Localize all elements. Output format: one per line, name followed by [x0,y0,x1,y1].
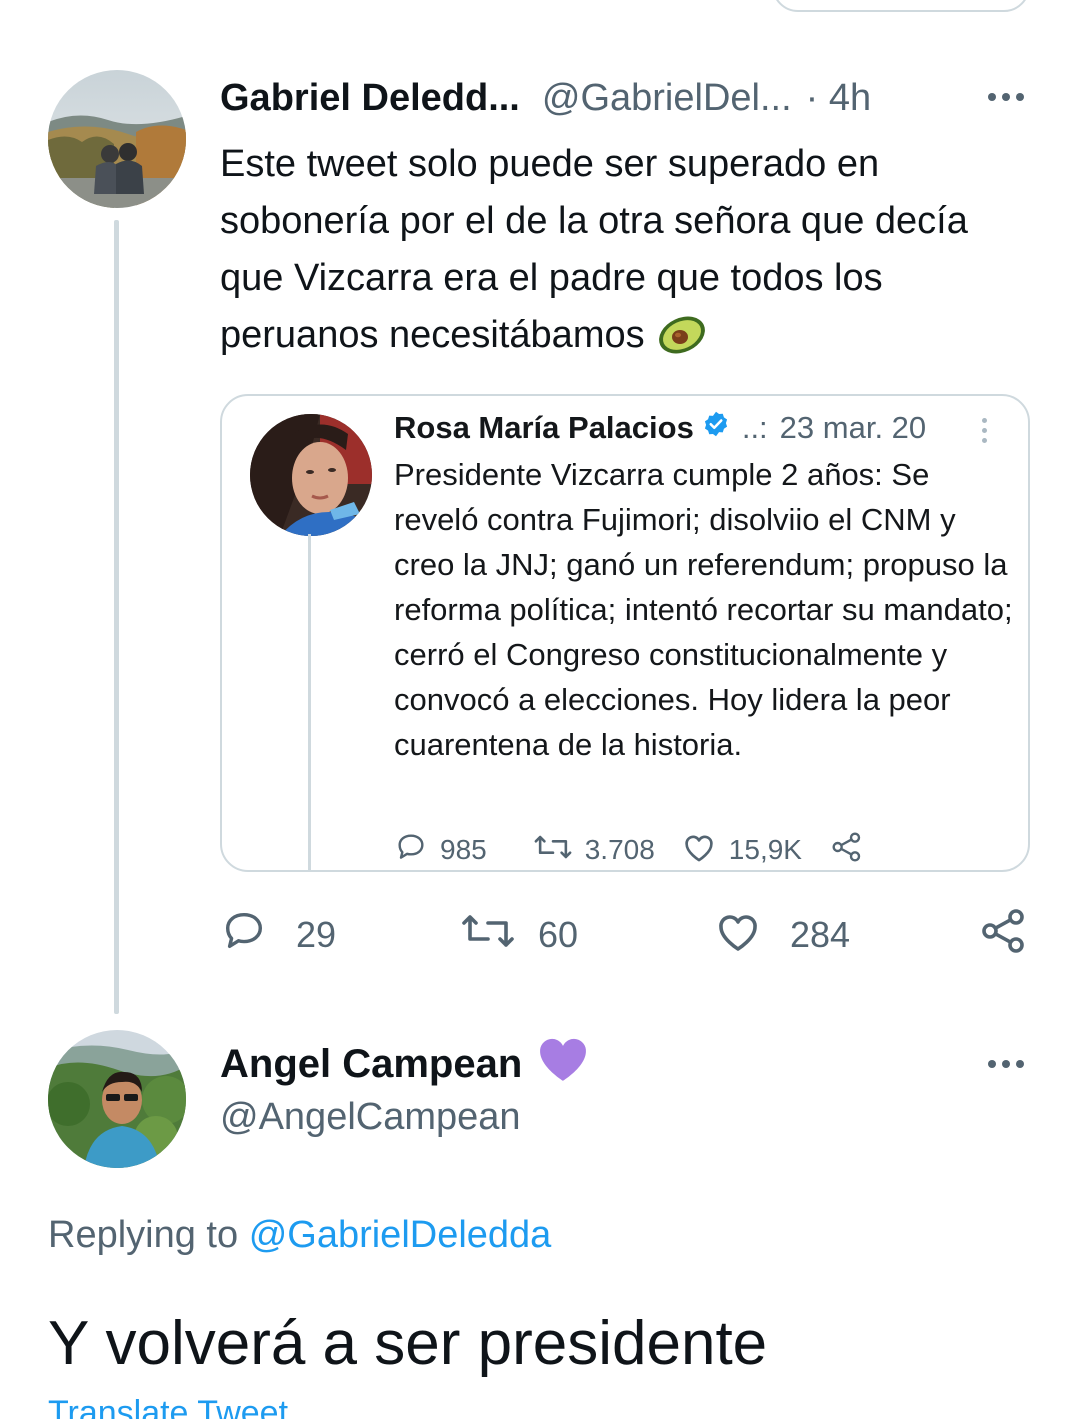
parent-tweet-text: Este tweet solo puede ser superado en so… [220,136,1020,374]
previous-button-pill[interactable] [772,0,1030,12]
quoted-dots: ..: [741,410,768,445]
parent-tweet-header: Gabriel Deledd... @GabrielDel... · 4h [220,74,871,122]
reply-author-row: Angel Campean [220,1038,590,1090]
verified-badge-icon [702,410,730,446]
replying-to-line: Replying to @GabrielDeledda [48,1214,551,1257]
quoted-tweet-text: Presidente Vizcarra cumple 2 años: Se re… [394,457,1013,762]
like-count: 284 [790,914,851,955]
reply-author-handle[interactable]: @AngelCampean [220,1096,521,1139]
share-button[interactable] [980,908,1028,960]
quoted-thread-line [308,534,311,870]
avocado-icon [655,313,709,374]
quoted-tweet-actions: 985 3.708 15,9K [394,830,864,870]
reply-icon [394,831,428,870]
reply-more-options-icon[interactable] [988,1060,1024,1068]
reply-author-name[interactable]: Angel Campean [220,1042,522,1087]
heart-icon [681,831,717,870]
more-options-icon[interactable] [988,93,1024,101]
quoted-more-icon [982,418,987,443]
retweet-count: 60 [538,914,579,955]
retweet-button[interactable]: 60 [460,910,578,960]
parent-tweet-actions: 29 60 284 [220,908,1030,960]
parent-tweet-body: Este tweet solo puede ser superado en so… [220,143,968,356]
quoted-tweet-header: Rosa María Palacios ..: 23 mar. 20 [394,408,926,448]
parent-author-name[interactable]: Gabriel Deledd... [220,77,520,120]
reply-count: 29 [296,914,337,955]
gabriel-avatar[interactable] [48,70,186,208]
reply-icon [220,908,268,963]
quoted-author-name: Rosa María Palacios [394,410,694,445]
angel-avatar[interactable] [48,1030,186,1168]
purple-heart-icon [536,1035,590,1093]
translate-tweet-link[interactable]: Translate Tweet [48,1394,288,1419]
share-icon [830,831,864,870]
quoted-retweet: 3.708 [533,831,655,870]
reply-tweet-text: Y volverá a ser presidente [48,1309,768,1378]
like-button[interactable]: 284 [714,910,850,960]
parent-author-handle[interactable]: @GabrielDel... [542,77,792,120]
quoted-share [830,831,864,870]
rosa-avatar [250,414,372,536]
heart-icon [714,909,762,962]
quoted-retweet-count: 3.708 [584,834,655,865]
quoted-date: 23 mar. 20 [779,410,927,445]
parent-tweet-time[interactable]: · 4h [806,77,871,120]
quoted-like-count: 15,9K [728,834,802,865]
retweet-icon [533,831,573,870]
reply-button[interactable]: 29 [220,910,336,960]
quoted-reply-count: 985 [440,834,487,865]
retweet-icon [460,909,516,962]
replying-mention-link[interactable]: @GabrielDeledda [249,1214,552,1256]
quoted-reply: 985 [394,831,487,870]
thread-connector-line [114,220,119,1014]
quoted-tweet-card[interactable]: Rosa María Palacios ..: 23 mar. 20 Presi… [220,394,1030,872]
replying-label: Replying to [48,1214,239,1256]
quoted-like: 15,9K [681,831,802,870]
share-icon [980,907,1028,964]
